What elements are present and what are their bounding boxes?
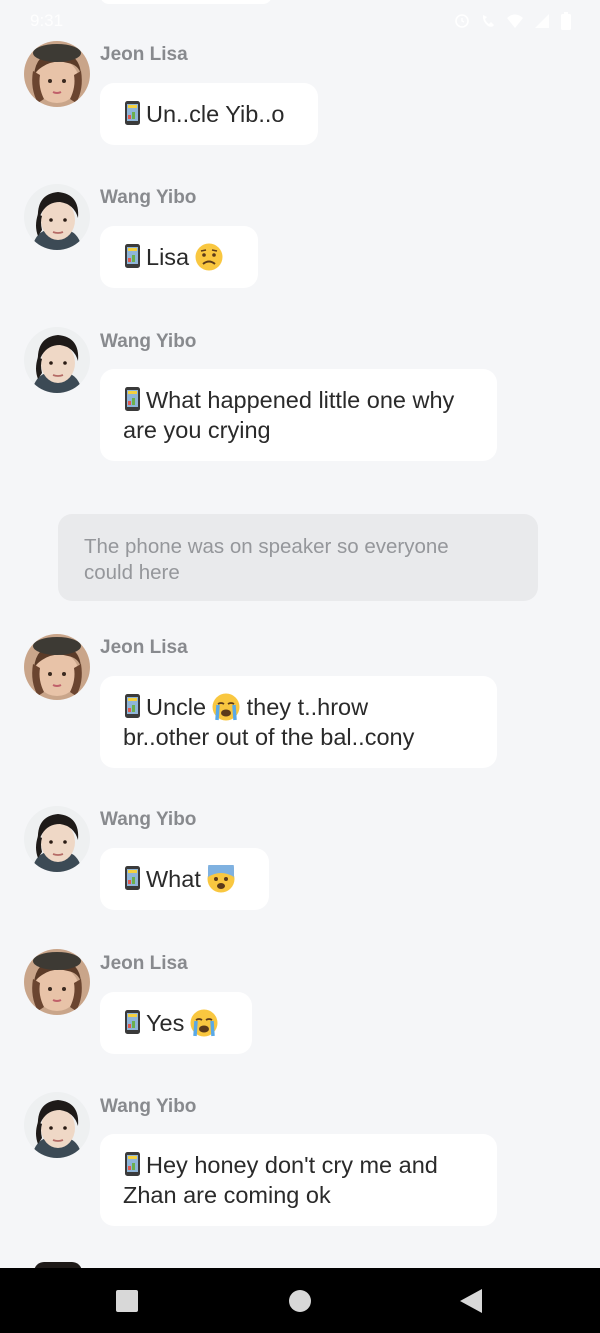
message-text: Uncle — [146, 694, 207, 720]
narration-note: The phone was on speaker so everyone cou… — [58, 514, 538, 601]
message-text: Un..cle Yib..o — [146, 101, 285, 127]
avatar[interactable] — [24, 327, 90, 393]
message-bubble[interactable]: Un..cle Yib..o — [100, 83, 318, 145]
message-bubble[interactable]: Yes — [100, 992, 252, 1054]
narration-line1: The phone was on speaker so everyone — [84, 535, 449, 558]
back-icon[interactable] — [459, 1288, 483, 1314]
message-text: Yes — [146, 1010, 185, 1036]
wifi-icon — [507, 14, 523, 28]
narration-line2: could here — [84, 561, 180, 584]
message-bubble[interactable]: Lisa — [100, 226, 258, 288]
message-bubble[interactable]: Uncle they t..hrow br..other out of the … — [100, 676, 497, 768]
message-bubble[interactable]: What — [100, 848, 269, 910]
message-text: Lisa — [146, 244, 190, 270]
home-icon[interactable] — [288, 1289, 312, 1313]
fearful-emoji-icon — [207, 865, 235, 893]
phone-icon — [125, 1010, 140, 1034]
recent-apps-icon[interactable] — [115, 1289, 139, 1313]
worried-emoji-icon — [195, 243, 224, 271]
status-bar: 9:31 — [0, 0, 600, 42]
sender-name: Jeon Lisa — [100, 637, 188, 658]
phone-icon — [125, 244, 140, 268]
status-time: 9:31 — [30, 11, 64, 30]
signal-icon — [535, 14, 549, 28]
navigation-bar — [0, 1268, 600, 1333]
crying-emoji-icon — [212, 693, 241, 721]
message-text: What happened little one why — [146, 387, 455, 413]
sender-name: Wang Yibo — [100, 331, 197, 352]
message-text-line2: Zhan are coming ok — [123, 1182, 331, 1208]
avatar[interactable] — [24, 1092, 90, 1158]
alarm-icon — [455, 14, 469, 28]
sender-name: Wang Yibo — [100, 809, 197, 830]
phone-icon — [125, 866, 140, 890]
avatar[interactable] — [24, 634, 90, 700]
crying-emoji-icon — [190, 1009, 219, 1037]
avatar[interactable] — [24, 806, 90, 872]
phone-icon — [125, 694, 140, 718]
message-text: Hey honey don't cry me and — [146, 1152, 438, 1178]
avatar[interactable] — [24, 184, 90, 250]
message-text-line2: are you crying — [123, 417, 271, 443]
battery-icon — [561, 12, 571, 30]
avatar[interactable] — [24, 949, 90, 1015]
phone-icon — [125, 387, 140, 411]
avatar[interactable] — [24, 41, 90, 107]
message-text-after: they t..hrow — [240, 694, 369, 720]
sender-name: Jeon Lisa — [100, 44, 188, 65]
sender-name: Wang Yibo — [100, 187, 197, 208]
message-text: What — [146, 866, 201, 892]
message-bubble[interactable]: Hey honey don't cry me and Zhan are comi… — [100, 1134, 497, 1226]
message-bubble[interactable]: What happened little one why are you cry… — [100, 369, 497, 461]
status-icons — [454, 11, 572, 31]
call-icon — [482, 15, 494, 27]
phone-icon — [125, 101, 140, 125]
message-text-line2: br..other out of the bal..cony — [123, 724, 415, 750]
sender-name: Jeon Lisa — [100, 953, 188, 974]
sender-name: Wang Yibo — [100, 1096, 197, 1117]
phone-icon — [125, 1152, 140, 1176]
